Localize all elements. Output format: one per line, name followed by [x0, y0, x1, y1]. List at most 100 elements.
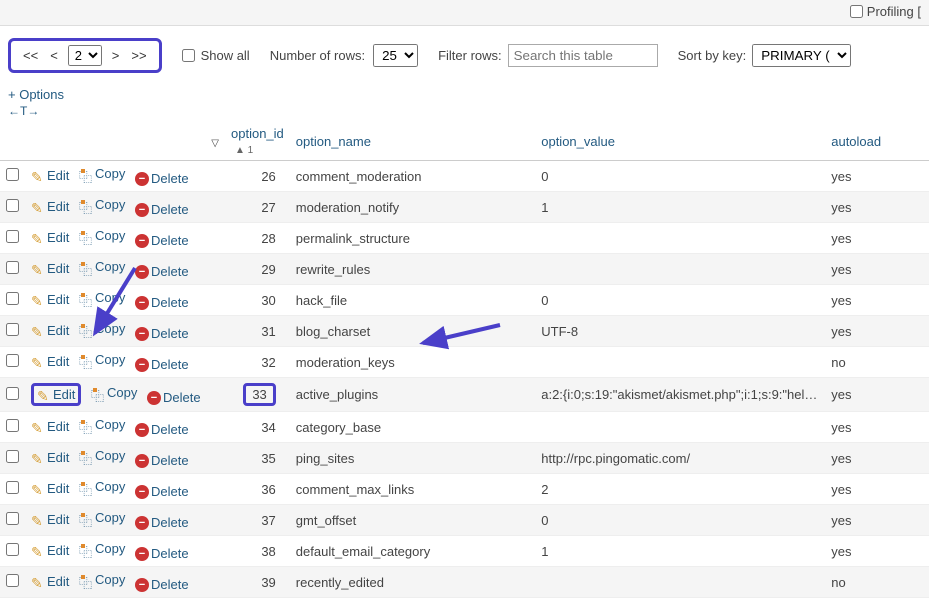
- copy-button[interactable]: Copy: [79, 197, 125, 212]
- delete-button[interactable]: Delete: [135, 484, 189, 499]
- row-checkbox[interactable]: [6, 512, 19, 525]
- cell-option-name: default_email_category: [290, 536, 535, 567]
- delete-button[interactable]: Delete: [135, 202, 189, 217]
- show-all-checkbox[interactable]: [182, 49, 195, 62]
- delete-button[interactable]: Delete: [135, 326, 189, 341]
- edit-button[interactable]: Edit: [31, 354, 69, 369]
- edit-button[interactable]: Edit: [31, 168, 69, 183]
- edit-button[interactable]: Edit: [31, 419, 69, 434]
- copy-button[interactable]: Copy: [79, 448, 125, 463]
- cell-option-id: 30: [225, 285, 290, 316]
- page-first-button[interactable]: <<: [21, 48, 40, 63]
- edit-icon: [31, 513, 45, 527]
- row-checkbox[interactable]: [6, 354, 19, 367]
- cell-option-id: 38: [225, 536, 290, 567]
- table-row: Edit Copy Delete 31 blog_charset UTF-8 y…: [0, 316, 929, 347]
- edit-button[interactable]: Edit: [31, 543, 69, 558]
- delete-button[interactable]: Delete: [135, 295, 189, 310]
- sort-by-select[interactable]: PRIMARY (: [752, 44, 851, 67]
- cell-autoload: yes: [825, 536, 929, 567]
- copy-button[interactable]: Copy: [79, 417, 125, 432]
- copy-button[interactable]: Copy: [79, 479, 125, 494]
- delete-button[interactable]: Delete: [135, 171, 189, 186]
- cell-option-id: 26: [225, 161, 290, 192]
- edit-button[interactable]: Edit: [31, 512, 69, 527]
- cell-option-id: 29: [225, 254, 290, 285]
- edit-button[interactable]: Edit: [31, 383, 81, 406]
- edit-icon: [31, 482, 45, 496]
- copy-button[interactable]: Copy: [79, 352, 125, 367]
- copy-button[interactable]: Copy: [79, 572, 125, 587]
- page-prev-button[interactable]: <: [48, 48, 60, 63]
- delete-button[interactable]: Delete: [135, 264, 189, 279]
- row-checkbox[interactable]: [6, 419, 19, 432]
- edit-icon: [31, 169, 45, 183]
- page-select[interactable]: 2: [68, 45, 102, 66]
- copy-button[interactable]: Copy: [79, 510, 125, 525]
- table-row: Edit Copy Delete 28 permalink_structure …: [0, 223, 929, 254]
- row-checkbox[interactable]: [6, 323, 19, 336]
- delete-button[interactable]: Delete: [135, 422, 189, 437]
- delete-button[interactable]: Delete: [135, 577, 189, 592]
- edit-button[interactable]: Edit: [31, 450, 69, 465]
- edit-button[interactable]: Edit: [31, 574, 69, 589]
- cell-option-id: 31: [225, 316, 290, 347]
- row-checkbox[interactable]: [6, 292, 19, 305]
- cell-option-name: rewrite_rules: [290, 254, 535, 285]
- edit-button[interactable]: Edit: [31, 199, 69, 214]
- profiling-checkbox[interactable]: [850, 5, 863, 18]
- cell-option-id: 28: [225, 223, 290, 254]
- dropdown-icon[interactable]: ▽: [211, 138, 219, 149]
- row-checkbox[interactable]: [6, 574, 19, 587]
- table-row: Edit Copy Delete 35 ping_sites http://rp…: [0, 443, 929, 474]
- row-checkbox[interactable]: [6, 168, 19, 181]
- column-option-name[interactable]: option_name: [290, 122, 535, 161]
- copy-button[interactable]: Copy: [79, 541, 125, 556]
- profiling-toggle[interactable]: Profiling [: [850, 4, 921, 19]
- edit-button[interactable]: Edit: [31, 292, 69, 307]
- cell-autoload: yes: [825, 223, 929, 254]
- page-next-button[interactable]: >: [110, 48, 122, 63]
- edit-icon: [31, 355, 45, 369]
- delete-button[interactable]: Delete: [147, 390, 201, 405]
- delete-button[interactable]: Delete: [135, 546, 189, 561]
- row-checkbox[interactable]: [6, 230, 19, 243]
- delete-icon: [135, 296, 149, 310]
- delete-icon: [135, 327, 149, 341]
- edit-button[interactable]: Edit: [31, 230, 69, 245]
- column-option-id[interactable]: option_id ▲ 1: [225, 122, 290, 161]
- copy-button[interactable]: Copy: [79, 321, 125, 336]
- cell-option-value: [535, 254, 825, 285]
- delete-button[interactable]: Delete: [135, 515, 189, 530]
- profiling-label: Profiling [: [867, 4, 921, 19]
- copy-button[interactable]: Copy: [79, 259, 125, 274]
- copy-button[interactable]: Copy: [79, 228, 125, 243]
- row-checkbox[interactable]: [6, 261, 19, 274]
- row-checkbox[interactable]: [6, 543, 19, 556]
- row-checkbox[interactable]: [6, 481, 19, 494]
- cell-autoload: yes: [825, 161, 929, 192]
- filter-input[interactable]: [508, 44, 658, 67]
- cell-autoload: yes: [825, 316, 929, 347]
- column-autoload[interactable]: autoload: [825, 122, 929, 161]
- copy-button[interactable]: Copy: [91, 385, 137, 400]
- cell-option-id: 37: [225, 505, 290, 536]
- edit-button[interactable]: Edit: [31, 261, 69, 276]
- delete-button[interactable]: Delete: [135, 233, 189, 248]
- column-option-value[interactable]: option_value: [535, 122, 825, 161]
- copy-button[interactable]: Copy: [79, 166, 125, 181]
- delete-button[interactable]: Delete: [135, 357, 189, 372]
- delete-button[interactable]: Delete: [135, 453, 189, 468]
- page-last-button[interactable]: >>: [129, 48, 148, 63]
- row-checkbox[interactable]: [6, 387, 19, 400]
- row-checkbox[interactable]: [6, 199, 19, 212]
- row-checkbox[interactable]: [6, 450, 19, 463]
- table-row: Edit Copy Delete 36 comment_max_links 2 …: [0, 474, 929, 505]
- copy-button[interactable]: Copy: [79, 290, 125, 305]
- edit-button[interactable]: Edit: [31, 481, 69, 496]
- sort-indicator: ▲ 1: [235, 145, 253, 156]
- edit-button[interactable]: Edit: [31, 323, 69, 338]
- column-sort-icons[interactable]: ←T→: [0, 104, 929, 122]
- options-link[interactable]: + Options: [0, 81, 929, 104]
- num-rows-select[interactable]: 25: [373, 44, 418, 67]
